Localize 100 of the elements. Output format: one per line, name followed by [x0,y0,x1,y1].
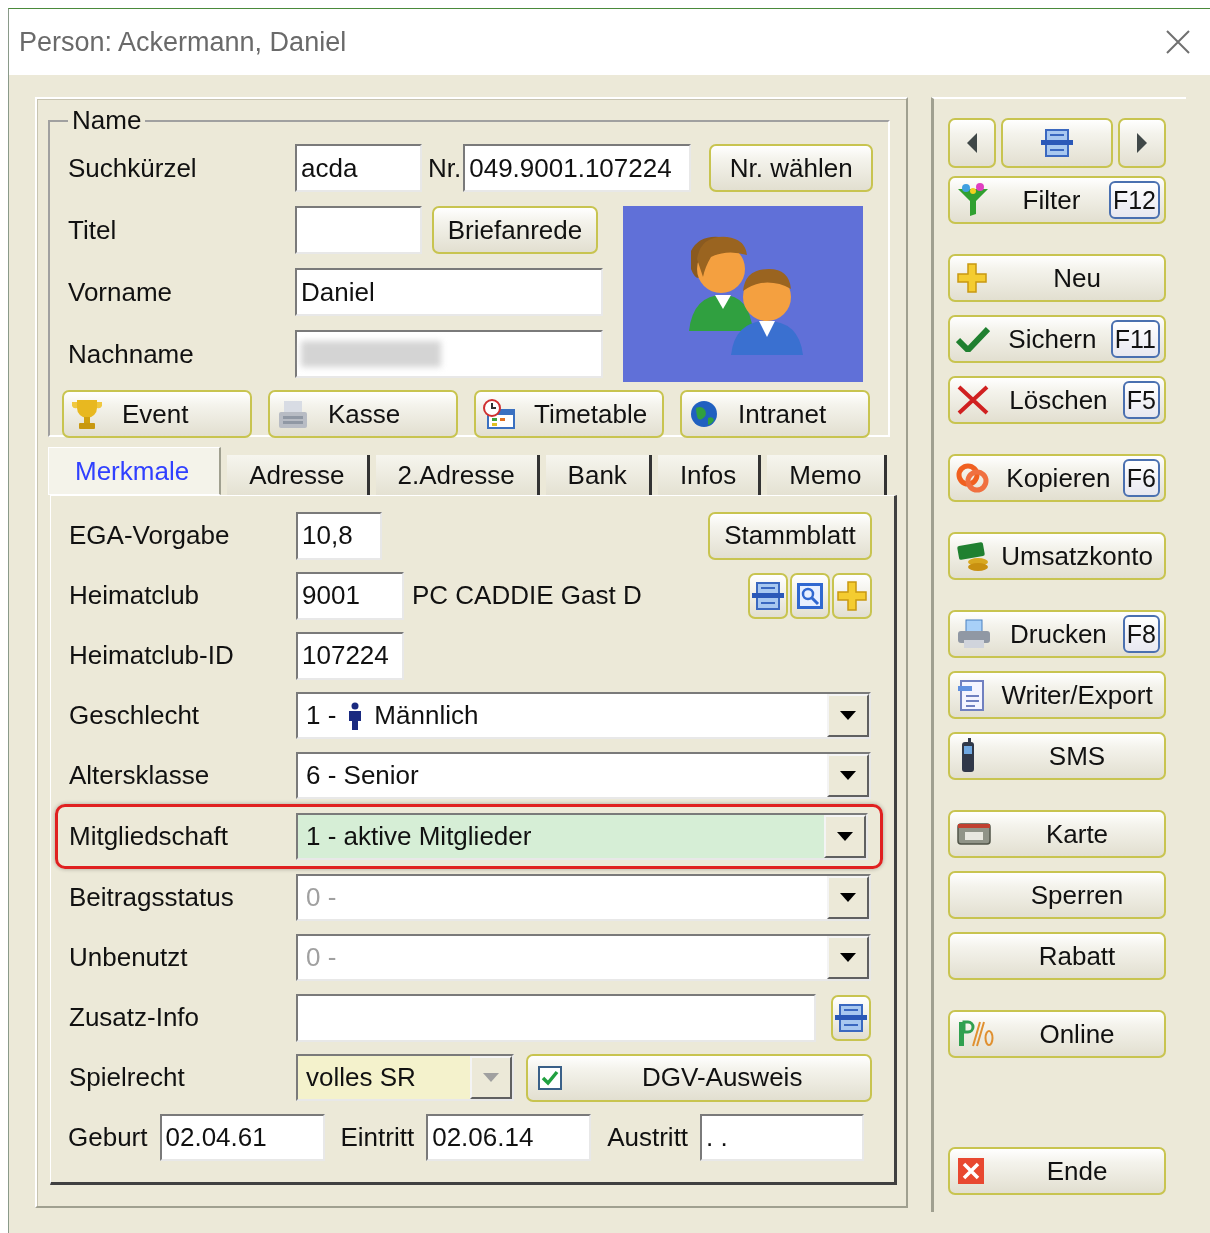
dropdown-arrow-button[interactable] [827,754,869,797]
side-button[interactable]: Löschen F5 [948,376,1166,424]
dropdown-value: 1 - [306,700,337,731]
side-button[interactable]: Online [948,1010,1166,1058]
side-button[interactable]: Ende [948,1147,1166,1195]
field-label: EGA-Vorgabe [69,520,231,551]
id-card-icon [956,821,992,847]
checkbox-button[interactable]: DGV-Ausweis [526,1053,872,1102]
dropdown-field[interactable]: volles SR [296,1054,514,1101]
side-button[interactable]: Rabatt [948,932,1166,980]
dropdown-field[interactable]: 1 - aktive Mitglieder [296,813,868,860]
previous-button[interactable] [948,118,996,168]
close-icon[interactable] [1165,29,1191,55]
field-label: Nr. [428,152,462,184]
dropdown-value: Männlich [374,700,479,731]
globe-icon [688,398,720,430]
side-button[interactable]: Sperren [948,871,1166,919]
club-name: PC CADDIE Gast D [412,580,642,611]
list-icon [750,579,786,612]
salutation-button[interactable]: Briefanrede [432,206,598,254]
field-label: Mitgliedschaft [69,821,229,852]
side-button[interactable]: Sichern F11 [948,315,1166,363]
checkmark-icon [956,326,990,352]
list-button[interactable] [1001,118,1113,168]
icon-button[interactable] [790,572,830,619]
tab[interactable]: Bank [545,455,652,495]
text-field[interactable]: 10,8 [296,511,382,560]
field-label: Geschlecht [69,700,201,731]
caret-icon [840,953,856,962]
right-arrow-icon [1134,131,1150,155]
caret-icon [840,893,856,902]
dropdown-field[interactable]: 1 - Männlich [296,692,871,739]
action-button[interactable]: Event [62,390,252,438]
trophy-icon [70,398,104,430]
list-icon [1039,127,1075,159]
text-field[interactable] [295,206,422,254]
text-field[interactable]: acda [295,144,422,192]
dropdown-value: volles SR [306,1062,416,1093]
dropdown-value: 0 - [306,882,337,913]
field-label: Heimatclub-ID [69,640,235,671]
shortcut-key-label: F8 [1122,615,1160,653]
checkbox[interactable] [538,1065,562,1090]
side-button[interactable]: Filter F12 [948,176,1166,224]
text-field[interactable] [295,330,603,378]
action-button[interactable]: Intranet [680,390,870,438]
field-label: Austritt [607,1122,689,1153]
filter-icon [956,183,990,217]
timetable-icon [482,398,516,430]
side-button[interactable]: Neu [948,254,1166,302]
plus-icon [956,262,988,294]
field-label: Unbenutzt [69,942,189,973]
printer-icon [956,618,992,650]
text-field[interactable] [296,993,816,1042]
dropdown-field[interactable]: 6 - Senior [296,752,871,799]
tab[interactable]: 2.Adresse [375,455,540,495]
dropdown-arrow-button[interactable] [824,815,866,858]
side-button[interactable]: Umsatzkonto [948,532,1166,580]
plus-icon [836,579,868,612]
next-button[interactable] [1118,118,1166,168]
field-label: Beitragsstatus [69,882,235,913]
text-field[interactable]: Daniel [295,268,603,316]
window-title: Person: Ackermann, Daniel [19,26,348,58]
text-field[interactable]: 02.04.61 [159,1114,325,1161]
dropdown-value: 0 - [306,942,337,973]
tab[interactable]: Adresse [227,455,370,495]
field-label: Titel [68,214,118,246]
cash-register-icon [276,398,310,430]
side-button[interactable]: Kopieren F6 [948,454,1166,502]
cross-icon [956,384,990,416]
dropdown-value: 6 - Senior [306,760,419,791]
dropdown-arrow-button[interactable] [827,694,869,737]
icon-button[interactable] [748,572,788,619]
side-button[interactable]: Writer/Export [948,671,1166,719]
list-icon [833,1001,869,1034]
text-field[interactable]: . . [700,1114,865,1161]
action-button[interactable]: Kasse [268,390,458,438]
text-field[interactable]: 9001 [296,571,404,620]
field-label: Altersklasse [69,760,211,791]
sheet-button[interactable]: Stammblatt [708,511,872,560]
text-field[interactable]: 02.06.14 [426,1114,592,1161]
text-field[interactable]: 049.9001.107224 [463,144,692,192]
caret-icon [840,711,856,720]
tab[interactable]: Memo [767,455,887,495]
caret-icon [483,1073,499,1082]
field-label: Spielrecht [69,1062,186,1093]
side-button[interactable]: Karte [948,810,1166,858]
tab[interactable]: Infos [657,455,762,495]
action-button[interactable]: Timetable [474,390,664,438]
caret-icon [837,832,853,841]
caret-icon [840,771,856,780]
field-label: Vorname [68,276,174,308]
field-label: Zusatz-Info [69,1002,201,1033]
tab[interactable]: Merkmale [48,447,222,495]
side-button[interactable]: SMS [948,732,1166,780]
icon-button[interactable] [831,994,871,1041]
side-button[interactable]: Drucken F8 [948,610,1166,658]
text-field[interactable]: 107224 [296,631,404,680]
shortcut-key-label: F12 [1108,181,1160,219]
dropdown-value: 1 - aktive Mitglieder [306,821,532,852]
choose-number-button[interactable]: Nr. wählen [709,144,874,192]
